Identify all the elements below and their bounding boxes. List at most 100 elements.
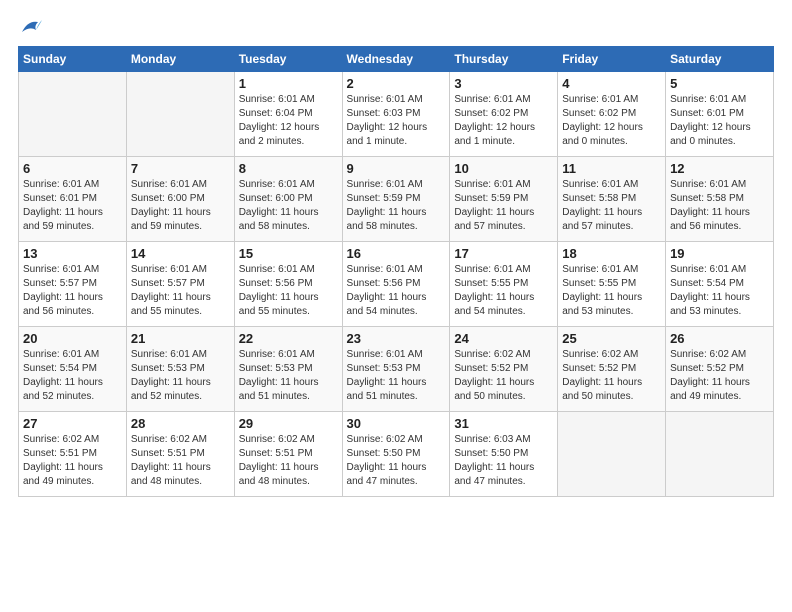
day-number: 29 bbox=[239, 416, 338, 431]
day-info: Sunrise: 6:02 AM Sunset: 5:51 PM Dayligh… bbox=[239, 433, 338, 489]
day-number: 28 bbox=[131, 416, 230, 431]
table-row: 25 Sunrise: 6:02 AM Sunset: 5:52 PM Dayli… bbox=[558, 327, 666, 412]
table-row: 26Sunrise: 6:02 AM Sunset: 5:52 PM Dayli… bbox=[666, 327, 774, 412]
day-info: Sunrise: 6:02 AM Sunset: 5:51 PM Dayligh… bbox=[23, 433, 122, 489]
table-row: 12 Sunrise: 6:01 AM Sunset: 5:58 PM Dayli… bbox=[666, 157, 774, 242]
table-row: 13Sunrise: 6:01 AM Sunset: 5:57 PM Dayli… bbox=[19, 242, 127, 327]
calendar: Sunday Monday Tuesday Wednesday Thursday… bbox=[18, 46, 774, 497]
table-row: 23 Sunrise: 6:01 AM Sunset: 5:53 PM Dayli… bbox=[342, 327, 450, 412]
day-number: 20 bbox=[23, 331, 122, 346]
day-number: 19 bbox=[670, 246, 769, 261]
day-number: 23 bbox=[347, 331, 446, 346]
table-row: 8Sunrise: 6:01 AM Sunset: 6:00 PM Daylig… bbox=[234, 157, 342, 242]
day-number: 22 bbox=[239, 331, 338, 346]
col-friday: Friday bbox=[558, 47, 666, 72]
day-info: Sunrise: 6:01 AM Sunset: 5:56 PM Dayligh… bbox=[347, 263, 446, 319]
day-number: 11 bbox=[562, 161, 661, 176]
table-row: 20 Sunrise: 6:01 AM Sunset: 5:54 PM Dayli… bbox=[19, 327, 127, 412]
day-info: Sunrise: 6:01 AM Sunset: 6:03 PM Dayligh… bbox=[347, 93, 446, 149]
day-info: Sunrise: 6:01 AM Sunset: 5:53 PM Dayligh… bbox=[347, 348, 446, 404]
col-saturday: Saturday bbox=[666, 47, 774, 72]
calendar-week-row: 1Sunrise: 6:01 AM Sunset: 6:04 PM Daylig… bbox=[19, 72, 774, 157]
day-info: Sunrise: 6:01 AM Sunset: 6:00 PM Dayligh… bbox=[131, 178, 230, 234]
day-number: 4 bbox=[562, 76, 661, 91]
table-row: 2 Sunrise: 6:01 AM Sunset: 6:03 PM Daylig… bbox=[342, 72, 450, 157]
day-number: 5 bbox=[670, 76, 769, 91]
table-row bbox=[126, 72, 234, 157]
calendar-week-row: 27 Sunrise: 6:02 AM Sunset: 5:51 PM Dayli… bbox=[19, 412, 774, 497]
day-number: 25 bbox=[562, 331, 661, 346]
day-number: 18 bbox=[562, 246, 661, 261]
page: Sunday Monday Tuesday Wednesday Thursday… bbox=[0, 0, 792, 612]
day-info: Sunrise: 6:02 AM Sunset: 5:51 PM Dayligh… bbox=[131, 433, 230, 489]
day-info: Sunrise: 6:01 AM Sunset: 6:01 PM Dayligh… bbox=[670, 93, 769, 149]
col-thursday: Thursday bbox=[450, 47, 558, 72]
col-sunday: Sunday bbox=[19, 47, 127, 72]
day-number: 21 bbox=[131, 331, 230, 346]
day-number: 10 bbox=[454, 161, 553, 176]
day-info: Sunrise: 6:01 AM Sunset: 6:02 PM Dayligh… bbox=[454, 93, 553, 149]
table-row: 21 Sunrise: 6:01 AM Sunset: 5:53 PM Dayli… bbox=[126, 327, 234, 412]
day-number: 17 bbox=[454, 246, 553, 261]
header bbox=[18, 18, 774, 36]
day-number: 27 bbox=[23, 416, 122, 431]
calendar-header-row: Sunday Monday Tuesday Wednesday Thursday… bbox=[19, 47, 774, 72]
day-number: 14 bbox=[131, 246, 230, 261]
col-wednesday: Wednesday bbox=[342, 47, 450, 72]
day-number: 15 bbox=[239, 246, 338, 261]
day-info: Sunrise: 6:01 AM Sunset: 6:00 PM Dayligh… bbox=[239, 178, 338, 234]
calendar-week-row: 6 Sunrise: 6:01 AM Sunset: 6:01 PM Daylig… bbox=[19, 157, 774, 242]
table-row bbox=[666, 412, 774, 497]
day-number: 6 bbox=[23, 161, 122, 176]
table-row: 1Sunrise: 6:01 AM Sunset: 6:04 PM Daylig… bbox=[234, 72, 342, 157]
day-number: 16 bbox=[347, 246, 446, 261]
day-info: Sunrise: 6:01 AM Sunset: 6:01 PM Dayligh… bbox=[23, 178, 122, 234]
day-info: Sunrise: 6:01 AM Sunset: 5:53 PM Dayligh… bbox=[131, 348, 230, 404]
table-row: 9Sunrise: 6:01 AM Sunset: 5:59 PM Daylig… bbox=[342, 157, 450, 242]
table-row: 19 Sunrise: 6:01 AM Sunset: 5:54 PM Dayli… bbox=[666, 242, 774, 327]
day-number: 24 bbox=[454, 331, 553, 346]
col-tuesday: Tuesday bbox=[234, 47, 342, 72]
table-row: 29 Sunrise: 6:02 AM Sunset: 5:51 PM Dayli… bbox=[234, 412, 342, 497]
day-info: Sunrise: 6:01 AM Sunset: 6:02 PM Dayligh… bbox=[562, 93, 661, 149]
day-number: 12 bbox=[670, 161, 769, 176]
day-number: 7 bbox=[131, 161, 230, 176]
day-info: Sunrise: 6:01 AM Sunset: 5:58 PM Dayligh… bbox=[670, 178, 769, 234]
table-row: 10Sunrise: 6:01 AM Sunset: 5:59 PM Dayli… bbox=[450, 157, 558, 242]
table-row: 6 Sunrise: 6:01 AM Sunset: 6:01 PM Daylig… bbox=[19, 157, 127, 242]
table-row: 4 Sunrise: 6:01 AM Sunset: 6:02 PM Daylig… bbox=[558, 72, 666, 157]
day-info: Sunrise: 6:01 AM Sunset: 5:53 PM Dayligh… bbox=[239, 348, 338, 404]
day-info: Sunrise: 6:02 AM Sunset: 5:52 PM Dayligh… bbox=[454, 348, 553, 404]
table-row: 27 Sunrise: 6:02 AM Sunset: 5:51 PM Dayli… bbox=[19, 412, 127, 497]
day-info: Sunrise: 6:01 AM Sunset: 5:55 PM Dayligh… bbox=[562, 263, 661, 319]
day-info: Sunrise: 6:01 AM Sunset: 5:57 PM Dayligh… bbox=[131, 263, 230, 319]
table-row: 31Sunrise: 6:03 AM Sunset: 5:50 PM Dayli… bbox=[450, 412, 558, 497]
table-row: 5 Sunrise: 6:01 AM Sunset: 6:01 PM Daylig… bbox=[666, 72, 774, 157]
table-row: 28 Sunrise: 6:02 AM Sunset: 5:51 PM Dayli… bbox=[126, 412, 234, 497]
table-row: 14 Sunrise: 6:01 AM Sunset: 5:57 PM Dayli… bbox=[126, 242, 234, 327]
table-row: 3 Sunrise: 6:01 AM Sunset: 6:02 PM Daylig… bbox=[450, 72, 558, 157]
day-info: Sunrise: 6:01 AM Sunset: 5:54 PM Dayligh… bbox=[670, 263, 769, 319]
col-monday: Monday bbox=[126, 47, 234, 72]
day-info: Sunrise: 6:02 AM Sunset: 5:52 PM Dayligh… bbox=[670, 348, 769, 404]
day-info: Sunrise: 6:01 AM Sunset: 5:54 PM Dayligh… bbox=[23, 348, 122, 404]
day-number: 31 bbox=[454, 416, 553, 431]
table-row: 30Sunrise: 6:02 AM Sunset: 5:50 PM Dayli… bbox=[342, 412, 450, 497]
day-info: Sunrise: 6:01 AM Sunset: 5:58 PM Dayligh… bbox=[562, 178, 661, 234]
day-number: 30 bbox=[347, 416, 446, 431]
table-row: 7 Sunrise: 6:01 AM Sunset: 6:00 PM Daylig… bbox=[126, 157, 234, 242]
logo bbox=[18, 18, 42, 36]
day-number: 2 bbox=[347, 76, 446, 91]
calendar-week-row: 13Sunrise: 6:01 AM Sunset: 5:57 PM Dayli… bbox=[19, 242, 774, 327]
day-info: Sunrise: 6:01 AM Sunset: 5:56 PM Dayligh… bbox=[239, 263, 338, 319]
day-info: Sunrise: 6:01 AM Sunset: 5:55 PM Dayligh… bbox=[454, 263, 553, 319]
table-row: 17 Sunrise: 6:01 AM Sunset: 5:55 PM Dayli… bbox=[450, 242, 558, 327]
table-row: 18 Sunrise: 6:01 AM Sunset: 5:55 PM Dayli… bbox=[558, 242, 666, 327]
day-info: Sunrise: 6:02 AM Sunset: 5:52 PM Dayligh… bbox=[562, 348, 661, 404]
day-number: 1 bbox=[239, 76, 338, 91]
table-row: 11 Sunrise: 6:01 AM Sunset: 5:58 PM Dayli… bbox=[558, 157, 666, 242]
day-number: 3 bbox=[454, 76, 553, 91]
calendar-week-row: 20 Sunrise: 6:01 AM Sunset: 5:54 PM Dayli… bbox=[19, 327, 774, 412]
day-info: Sunrise: 6:01 AM Sunset: 5:59 PM Dayligh… bbox=[347, 178, 446, 234]
logo-bird-icon bbox=[20, 18, 42, 36]
